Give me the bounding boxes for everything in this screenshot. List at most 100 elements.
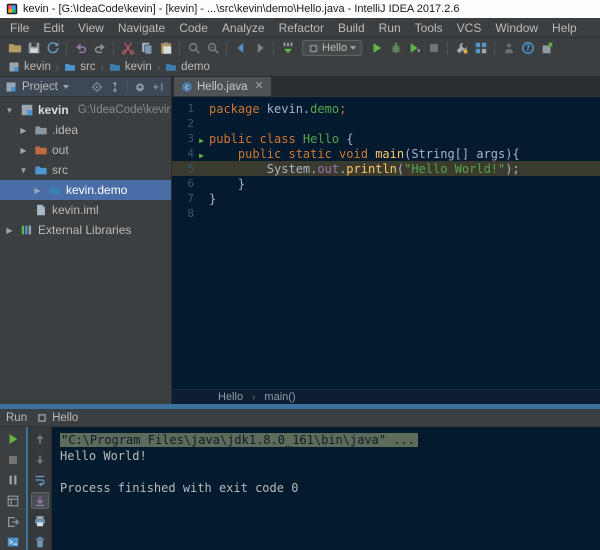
console-text: Process finished with exit code 0: [60, 481, 299, 495]
menu-run[interactable]: Run: [372, 21, 408, 35]
collapse-all-icon[interactable]: [107, 79, 123, 95]
paste-icon[interactable]: [156, 40, 175, 57]
scroll-from-source-icon[interactable]: [89, 79, 105, 95]
menu-navigate[interactable]: Navigate: [111, 21, 172, 35]
code-line-1[interactable]: 1 package kevin.demo;: [172, 101, 600, 116]
chevron-down-icon[interactable]: [62, 84, 69, 89]
copy-icon[interactable]: [137, 40, 156, 57]
rerun-icon[interactable]: [4, 431, 22, 447]
run-tab-hello[interactable]: Hello: [33, 409, 81, 426]
up-stack-trace-icon[interactable]: [31, 431, 49, 447]
code-editor[interactable]: 1 package kevin.demo; 2 3 ▶ public class…: [172, 97, 600, 389]
tree-item-src[interactable]: ▼ src: [0, 160, 171, 180]
console-icon[interactable]: [4, 534, 22, 550]
menu-edit[interactable]: Edit: [36, 21, 71, 35]
tree-item-idea[interactable]: ▶ .idea: [0, 120, 171, 140]
code-line-7[interactable]: 7 }: [172, 191, 600, 206]
soft-wrap-icon[interactable]: [31, 472, 49, 488]
code-line-4[interactable]: 4 ▶ public static void main(String[] arg…: [172, 146, 600, 161]
close-tab-icon[interactable]: ✕: [255, 81, 264, 92]
menu-window[interactable]: Window: [488, 21, 545, 35]
chevron-collapsed-icon[interactable]: ▶: [32, 186, 43, 195]
project-panel-icon: [6, 82, 16, 91]
menu-file[interactable]: File: [3, 21, 36, 35]
chevron-collapsed-icon[interactable]: ▶: [4, 226, 15, 235]
tree-item-label: kevin: [38, 103, 69, 117]
code-line-5[interactable]: 5 System.out.println("Hello World!");: [172, 161, 600, 176]
code-line-2[interactable]: 2: [172, 116, 600, 131]
stop-icon[interactable]: [4, 452, 22, 468]
save-all-icon[interactable]: [24, 40, 43, 57]
replace-icon[interactable]: [203, 40, 222, 57]
menu-view[interactable]: View: [71, 21, 111, 35]
code-text: package kevin.demo;: [209, 101, 347, 116]
print-icon[interactable]: [31, 513, 49, 529]
menu-code[interactable]: Code: [172, 21, 215, 35]
code-text: }: [209, 176, 246, 191]
breadcrumb-kevin-0[interactable]: kevin: [6, 61, 53, 73]
code-line-6[interactable]: 6 }: [172, 176, 600, 191]
intellij-logo-icon: [6, 3, 18, 15]
pause-output-icon[interactable]: [4, 472, 22, 488]
editor-tab-hello-java[interactable]: C Hello.java ✕: [174, 77, 271, 96]
code-line-3[interactable]: 3 ▶ public class Hello {: [172, 131, 600, 146]
chevron-expanded-icon[interactable]: ▼: [4, 106, 15, 115]
run-config-selector[interactable]: Hello: [302, 40, 363, 56]
menu-refactor[interactable]: Refactor: [272, 21, 331, 35]
restore-layout-icon[interactable]: [4, 493, 22, 509]
libraries-icon: [19, 223, 34, 238]
tree-item-kevin[interactable]: ▼ kevin G:\IdeaCode\kevin: [0, 100, 171, 120]
breadcrumb-separator: ›: [156, 61, 161, 73]
settings-icon[interactable]: [452, 40, 471, 57]
tree-item-label: External Libraries: [38, 223, 132, 237]
menu-analyze[interactable]: Analyze: [215, 21, 272, 35]
detach-console-icon[interactable]: [4, 514, 22, 530]
clear-all-icon[interactable]: [31, 533, 49, 549]
down-stack-trace-icon[interactable]: [31, 451, 49, 467]
back-icon[interactable]: [231, 40, 250, 57]
help-icon[interactable]: ?: [518, 40, 537, 57]
chevron-down-icon: [350, 46, 357, 50]
debug-icon[interactable]: [386, 40, 405, 57]
breadcrumb-demo-3[interactable]: demo: [163, 61, 212, 73]
project-panel-header[interactable]: Project: [0, 77, 171, 97]
tree-item-external-libraries[interactable]: ▶ External Libraries: [0, 220, 171, 240]
editor-breadcrumb-hello[interactable]: Hello: [218, 391, 243, 403]
run-gutter-icon[interactable]: ▶: [199, 151, 204, 160]
breadcrumb-src-1[interactable]: src: [62, 61, 97, 73]
scroll-to-end-icon[interactable]: [30, 492, 49, 509]
compile-icon[interactable]: [278, 40, 297, 57]
menu-build[interactable]: Build: [331, 21, 372, 35]
hide-panel-icon[interactable]: [150, 79, 166, 95]
synchronize-icon[interactable]: [43, 40, 62, 57]
code-line-8[interactable]: 8: [172, 206, 600, 221]
updates-icon[interactable]: [537, 40, 556, 57]
run-coverage-icon[interactable]: [405, 40, 424, 57]
find-icon[interactable]: [184, 40, 203, 57]
gear-icon[interactable]: [132, 79, 148, 95]
run-icon[interactable]: [367, 40, 386, 57]
breadcrumb-kevin-2[interactable]: kevin: [107, 61, 154, 73]
chevron-expanded-icon[interactable]: ▼: [18, 166, 29, 175]
menu-help[interactable]: Help: [545, 21, 584, 35]
stop-icon[interactable]: [424, 40, 443, 57]
chevron-collapsed-icon[interactable]: ▶: [18, 126, 29, 135]
run-gutter-icon[interactable]: ▶: [199, 136, 204, 145]
project-structure-icon[interactable]: [471, 40, 490, 57]
open-file-icon[interactable]: [5, 40, 24, 57]
undo-icon[interactable]: [71, 40, 90, 57]
redo-icon[interactable]: [90, 40, 109, 57]
ant-build-icon[interactable]: [499, 40, 518, 57]
console-output[interactable]: "C:\Program Files\java\jdk1.8.0_161\bin\…: [52, 427, 600, 550]
tree-item-out[interactable]: ▶ out: [0, 140, 171, 160]
editor-breadcrumb-main[interactable]: main(): [264, 391, 295, 403]
menu-tools[interactable]: Tools: [408, 21, 450, 35]
forward-icon[interactable]: [250, 40, 269, 57]
tree-item-kevin-demo[interactable]: ▶ kevin.demo: [0, 180, 171, 200]
cut-icon[interactable]: [118, 40, 137, 57]
chevron-collapsed-icon[interactable]: ▶: [18, 146, 29, 155]
code-text: public class Hello {: [209, 131, 354, 146]
navigation-breadcrumb: kevin › src › kevin › demo: [0, 58, 600, 77]
menu-vcs[interactable]: VCS: [450, 21, 489, 35]
tree-item-kevin-iml[interactable]: kevin.iml: [0, 200, 171, 220]
